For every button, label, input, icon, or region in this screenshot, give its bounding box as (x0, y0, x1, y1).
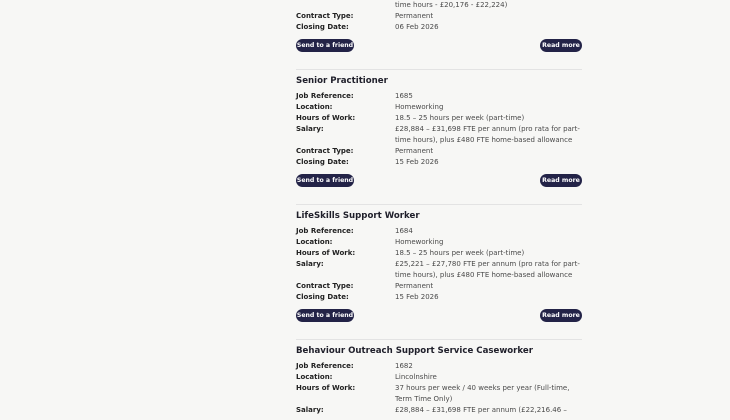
divider (296, 69, 582, 70)
send-to-friend-button[interactable]: Send to a friend (296, 39, 354, 52)
hours-label: Hours of Work: (296, 384, 356, 392)
salary-label: Salary: (296, 125, 324, 133)
read-more-button[interactable]: Read more (540, 39, 582, 52)
closing-label: Closing Date: (296, 23, 349, 31)
contract-value: Permanent (395, 147, 434, 155)
reference-value: 1684 (395, 227, 413, 235)
send-to-friend-button[interactable]: Send to a friend (296, 309, 354, 322)
closing-label: Closing Date: (296, 158, 349, 166)
reference-label: Job Reference: (296, 362, 354, 370)
reference-label: Job Reference: (296, 227, 354, 235)
job-title[interactable]: Senior Practitioner (296, 76, 388, 86)
job-title[interactable]: LifeSkills Support Worker (296, 211, 420, 221)
closing-label: Closing Date: (296, 293, 349, 301)
location-label: Location: (296, 373, 333, 381)
read-more-button[interactable]: Read more (540, 174, 582, 187)
closing-value: 15 Feb 2026 (395, 158, 439, 166)
job-title[interactable]: Behaviour Outreach Support Service Casew… (296, 346, 533, 356)
divider (296, 204, 582, 205)
salary-value: £28,884 – £31,698 FTE per annum (pro rat… (395, 125, 580, 144)
contract-value: Permanent (395, 12, 434, 20)
contract-label: Contract Type: (296, 282, 354, 290)
hours-label: Hours of Work: (296, 249, 356, 257)
location-value: Homeworking (395, 103, 444, 111)
hours-value: 37 hours per week / 40 weeks per year (F… (395, 384, 570, 403)
contract-value: Permanent (395, 282, 434, 290)
location-label: Location: (296, 238, 333, 246)
location-label: Location: (296, 103, 333, 111)
salary-value: £28,884 – £31,698 FTE per annum (£22,216… (395, 406, 567, 414)
salary-value: £25,221 – £27,780 FTE per annum (pro rat… (395, 260, 580, 279)
hours-value: 18.5 – 25 hours per week (part-time) (395, 249, 525, 257)
hours-label: Hours of Work: (296, 114, 356, 122)
contract-label: Contract Type: (296, 147, 354, 155)
send-to-friend-button[interactable]: Send to a friend (296, 174, 354, 187)
salary-label: Salary: (296, 260, 324, 268)
location-value: Lincolnshire (395, 373, 437, 381)
contract-label: Contract Type: (296, 12, 354, 20)
divider (296, 339, 582, 340)
closing-value: 15 Feb 2026 (395, 293, 439, 301)
closing-value: 06 Feb 2026 (395, 23, 439, 31)
reference-value: 1685 (395, 92, 413, 100)
location-value: Homeworking (395, 238, 444, 246)
reference-label: Job Reference: (296, 92, 354, 100)
read-more-button[interactable]: Read more (540, 309, 582, 322)
salary-label: Salary: (296, 406, 324, 414)
reference-value: 1682 (395, 362, 413, 370)
hours-value: 18.5 – 25 hours per week (part-time) (395, 114, 525, 122)
salary-value: time hours - £20,176 - £22,224) (395, 1, 508, 9)
